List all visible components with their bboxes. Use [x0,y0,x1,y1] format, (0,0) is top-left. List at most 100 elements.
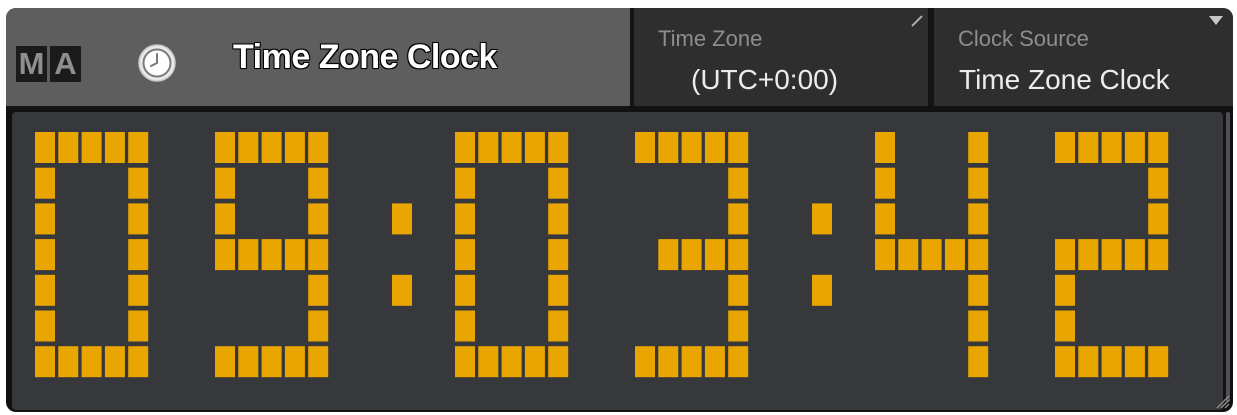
matrix-dot [1148,132,1169,163]
matrix-dot [455,346,475,378]
matrix-dot [548,310,569,342]
matrix-dot [1078,239,1099,271]
matrix-dot [81,346,102,378]
matrix-dot [284,239,305,271]
matrix-dot [501,346,522,378]
matrix-dot [968,132,989,163]
header-separator [928,8,933,106]
matrix-dot [308,274,329,306]
matrix-dot [308,132,329,163]
matrix-dot [548,167,569,199]
matrix-dot [35,274,55,306]
colon-dot [812,274,832,306]
matrix-dot [548,239,569,271]
matrix-dot [284,132,305,163]
colon-dot [392,203,412,235]
matrix-dot [524,346,545,378]
resize-grip-icon[interactable] [1214,393,1230,409]
matrix-dot [308,167,329,199]
matrix-dot [261,132,282,163]
matrix-dot [455,310,475,342]
clock-source-field[interactable]: Clock Source Time Zone Clock [934,8,1233,106]
ma-logo: M A [16,46,81,82]
clock-digit [35,132,149,378]
time-zone-label: Time Zone [658,26,763,51]
matrix-dot [104,132,125,163]
vertical-scrollbar[interactable] [1226,112,1230,402]
matrix-dot [681,346,702,378]
matrix-dot [455,274,475,306]
matrix-dot [728,203,749,235]
matrix-dot [455,132,475,163]
clock-digit [215,132,329,378]
matrix-dot [35,346,55,378]
time-zone-value: (UTC+0:00) [691,64,839,95]
matrix-dot [898,239,919,271]
matrix-dot [728,167,749,199]
matrix-dot [921,239,942,271]
matrix-dot [261,346,282,378]
matrix-dot [728,346,749,378]
matrix-dot [128,310,149,342]
edit-icon [911,15,923,27]
matrix-dot [1078,346,1099,378]
matrix-dot [704,346,725,378]
clock-source-value: Time Zone Clock [959,64,1170,95]
matrix-dot [968,274,989,306]
matrix-dot [215,203,235,235]
matrix-dot [215,132,235,163]
matrix-dot [944,239,965,271]
clock-digit [1055,132,1169,378]
matrix-dot [681,239,702,271]
matrix-dot [308,239,329,271]
matrix-dot [128,167,149,199]
matrix-dot [1055,274,1075,306]
matrix-dot [635,346,655,378]
matrix-dot [1055,346,1075,378]
matrix-dot [1101,346,1122,378]
matrix-dot [548,346,569,378]
clock-digit [635,132,749,378]
matrix-dot [128,239,149,271]
matrix-dot [968,239,989,271]
title-bar[interactable]: M A Time Zone Clock [6,8,630,109]
matrix-dot [35,310,55,342]
matrix-dot [478,132,499,163]
matrix-dot [308,203,329,235]
matrix-dot [35,132,55,163]
matrix-dot [215,239,235,271]
window-title: Time Zone Clock [233,38,497,76]
time-zone-field[interactable]: Time Zone (UTC+0:00) [634,8,928,106]
dropdown-arrow-icon [1209,16,1223,25]
matrix-dot [455,167,475,199]
matrix-dot [1078,132,1099,163]
matrix-dot [875,203,895,235]
matrix-dot [455,239,475,271]
matrix-dot [58,346,79,378]
matrix-dot [35,239,55,271]
matrix-dot [658,132,679,163]
matrix-dot [455,203,475,235]
matrix-dot [875,239,895,271]
clock-digit [455,132,569,378]
matrix-dot [728,274,749,306]
matrix-dot [104,346,125,378]
clock-source-label: Clock Source [958,26,1089,51]
time-zone-clock-window: M A Time Zone Clock Time Zone (UTC+0:00)… [6,8,1233,412]
matrix-dot [1101,132,1122,163]
matrix-dot [1124,132,1145,163]
matrix-dot [548,274,569,306]
colon-separator [392,203,412,306]
matrix-dot [658,346,679,378]
matrix-dot [968,346,989,378]
matrix-dot [1055,132,1075,163]
matrix-dot [1055,239,1075,271]
matrix-dot [548,203,569,235]
matrix-dot [128,203,149,235]
matrix-dot [308,346,329,378]
matrix-dot [681,132,702,163]
matrix-dot [128,132,149,163]
dot-matrix-time [35,132,1169,378]
logo-letter-m: M [16,46,47,82]
matrix-dot [875,167,895,199]
